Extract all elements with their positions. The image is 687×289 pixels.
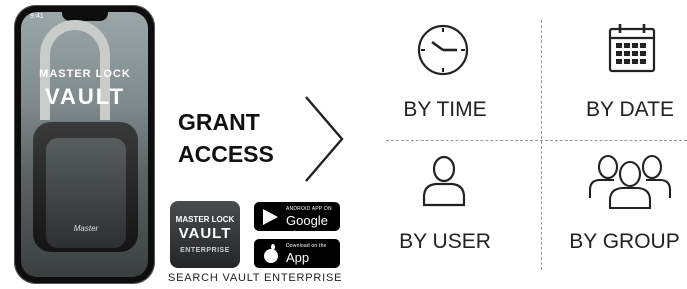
tile-line-3: ENTERPRISE	[180, 247, 230, 254]
clock-icon	[417, 24, 469, 76]
search-caption: SEARCH VAULT ENTERPRISE	[168, 272, 343, 284]
google-play-icon	[263, 209, 278, 225]
app-store-badge[interactable]: Download on the App Store	[254, 239, 340, 280]
group-icon	[588, 154, 672, 210]
user-icon	[422, 155, 466, 207]
lock-brand-label: Master	[73, 224, 99, 233]
option-by-date[interactable]: BY DATE	[555, 98, 687, 122]
option-by-time[interactable]: BY TIME	[370, 98, 520, 122]
tile-line-1: MASTER LOCK	[175, 215, 235, 224]
google-badge-small: ANDROID APP ON	[286, 206, 332, 212]
app-brand-main: VAULT	[44, 84, 126, 109]
grid-divider-horizontal	[386, 140, 687, 141]
status-time: 9:41	[30, 13, 44, 20]
grant-line-1: GRANT	[178, 109, 260, 135]
google-play-badge[interactable]: ANDROID APP ON Google play	[254, 202, 340, 243]
grant-access-heading: GRANT ACCESS	[178, 106, 274, 170]
option-by-user[interactable]: BY USER	[370, 230, 520, 254]
grant-line-2: ACCESS	[178, 141, 274, 167]
grid-divider-vertical	[541, 20, 542, 270]
option-by-group[interactable]: BY GROUP	[562, 230, 687, 254]
app-brand-top: MASTER LOCK	[39, 68, 131, 80]
chevron-right-icon	[305, 96, 344, 182]
vault-enterprise-app-icon[interactable]: MASTER LOCK VAULT ENTERPRISE	[170, 201, 240, 268]
calendar-icon	[608, 24, 656, 73]
tile-line-2: VAULT	[178, 225, 232, 242]
apple-icon	[264, 244, 278, 263]
apple-badge-small: Download on the	[286, 243, 327, 249]
